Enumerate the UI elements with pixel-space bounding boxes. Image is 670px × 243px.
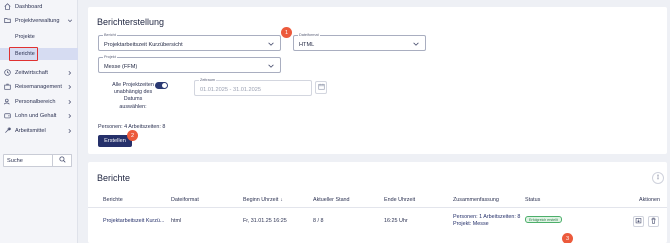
sidebar-item-label: Reisemanagement xyxy=(15,83,62,90)
sidebar-subitem-projekte[interactable]: Projekte xyxy=(0,31,78,43)
step-badge-3: 3 xyxy=(562,233,573,243)
summary-line-2: Projekt: Messe xyxy=(453,221,489,227)
all-times-toggle[interactable] xyxy=(155,82,168,89)
toggle-label: Alle Projektzeiten unabhängig des Datums… xyxy=(112,82,154,110)
column-header-ende[interactable]: Ende Uhrzeit xyxy=(384,197,415,203)
search-icon xyxy=(58,156,66,165)
status-badge: Erfolgreich erstellt xyxy=(525,216,562,223)
sidebar-item-zeitwirtschaft[interactable]: Zeitwirtschaft xyxy=(0,66,78,79)
wallet-icon xyxy=(4,112,11,119)
chevron-right-icon xyxy=(66,127,73,134)
summary-line-1: Personen: 1 Arbeitszeiten: 8 xyxy=(453,214,521,220)
people-icon xyxy=(4,98,11,105)
zeitraum-field[interactable]: Zeitraum 01.01.2025 - 31.01.2025 xyxy=(194,78,312,96)
field-value: Messe (FFM) xyxy=(104,64,138,70)
column-header-beginn[interactable]: Beginn Uhrzeit ↓ xyxy=(243,197,283,203)
sidebar-item-label: Lohn und Gehalt xyxy=(15,112,57,119)
field-label: Projekt xyxy=(103,55,117,59)
kebab-icon xyxy=(655,174,661,182)
chevron-down-icon xyxy=(267,62,275,70)
sidebar: Dashboard Projektverwaltung Projekte Ber… xyxy=(0,0,78,243)
suitcase-icon xyxy=(4,83,11,90)
field-value: Projektarbeitszeit Kurzübersicht xyxy=(104,42,183,48)
section-title: Berichte xyxy=(97,173,131,183)
dateiformat-select[interactable]: Dateiformat HTML xyxy=(293,33,426,51)
column-header-label: Beginn Uhrzeit xyxy=(243,197,279,203)
chevron-down-icon xyxy=(412,40,420,48)
calendar-icon xyxy=(317,83,325,92)
page-title: Berichterstellung xyxy=(97,17,165,27)
sidebar-search xyxy=(3,154,74,167)
sidebar-item-label: Projekte xyxy=(15,34,35,40)
format-cell: html xyxy=(171,218,182,224)
chevron-right-icon xyxy=(66,98,73,105)
chevron-down-icon xyxy=(267,40,275,48)
column-header-stand[interactable]: Aktueller Stand xyxy=(313,197,350,203)
stand-cell: 8 / 8 xyxy=(313,218,324,224)
download-icon xyxy=(635,217,642,226)
sidebar-item-reisemanagement[interactable]: Reisemanagement xyxy=(0,80,78,93)
column-header-dateiformat[interactable]: Dateiformat xyxy=(171,197,199,203)
column-header-status[interactable]: Status xyxy=(525,197,540,203)
trash-icon xyxy=(650,217,657,226)
sort-down-icon: ↓ xyxy=(280,197,283,203)
download-button[interactable] xyxy=(633,216,644,227)
step-badge-1: 1 xyxy=(281,27,292,38)
sidebar-item-arbeitsmittel[interactable]: Arbeitsmittel xyxy=(0,124,78,137)
report-form-card: Berichterstellung Bericht Projektarbeits… xyxy=(88,7,667,154)
field-label: Zeitraum xyxy=(199,78,216,82)
highlight-box xyxy=(9,47,38,61)
folder-icon xyxy=(4,17,11,24)
calendar-button[interactable] xyxy=(315,81,327,94)
step-badge-2: 2 xyxy=(127,130,138,141)
field-value: 01.01.2025 - 31.01.2025 xyxy=(200,87,261,93)
sidebar-item-lohn-und-gehalt[interactable]: Lohn und Gehalt xyxy=(0,109,78,122)
field-label: Dateiformat xyxy=(298,33,320,37)
sidebar-item-dashboard[interactable]: Dashboard xyxy=(0,0,78,13)
projekt-select[interactable]: Projekt Messe (FFM) xyxy=(98,55,281,73)
tool-icon xyxy=(4,127,11,134)
column-header-berichte[interactable]: Berichte xyxy=(103,197,123,203)
report-name-cell[interactable]: Projektarbeitszeit Kurzü... xyxy=(103,218,164,224)
column-header-zusammenfassung[interactable]: Zusammenfassung xyxy=(453,197,499,203)
sidebar-item-projektverwaltung[interactable]: Projektverwaltung xyxy=(0,14,78,27)
bericht-select[interactable]: Bericht Projektarbeitszeit Kurzübersicht xyxy=(98,33,281,51)
chevron-down-icon xyxy=(66,17,73,24)
clock-icon xyxy=(4,69,11,76)
reports-card: Berichte Berichte Dateiformat Beginn Uhr… xyxy=(88,162,667,243)
field-value: HTML xyxy=(299,42,315,48)
more-options-button[interactable] xyxy=(652,172,664,184)
sidebar-item-label: Personalbereich xyxy=(15,98,56,105)
sidebar-item-label: Dashboard xyxy=(15,3,43,10)
field-label: Bericht xyxy=(103,33,117,37)
search-input[interactable] xyxy=(3,154,53,167)
sidebar-item-label: Arbeitsmittel xyxy=(15,127,46,134)
sidebar-item-label: Zeitwirtschaft xyxy=(15,69,48,76)
chevron-right-icon xyxy=(66,83,73,90)
sidebar-item-label: Projektverwaltung xyxy=(15,17,60,24)
delete-button[interactable] xyxy=(648,216,659,227)
search-button[interactable] xyxy=(53,154,72,167)
beginn-cell: Fr, 31.01.25 16:25 xyxy=(243,218,287,224)
chevron-right-icon xyxy=(66,112,73,119)
home-icon xyxy=(4,3,11,10)
column-header-aktionen: Aktionen xyxy=(639,197,660,203)
chevron-right-icon xyxy=(66,69,73,76)
table-divider xyxy=(88,207,667,208)
ende-cell: 16:25 Uhr xyxy=(384,218,408,224)
sidebar-item-personalbereich[interactable]: Personalbereich xyxy=(0,95,78,108)
